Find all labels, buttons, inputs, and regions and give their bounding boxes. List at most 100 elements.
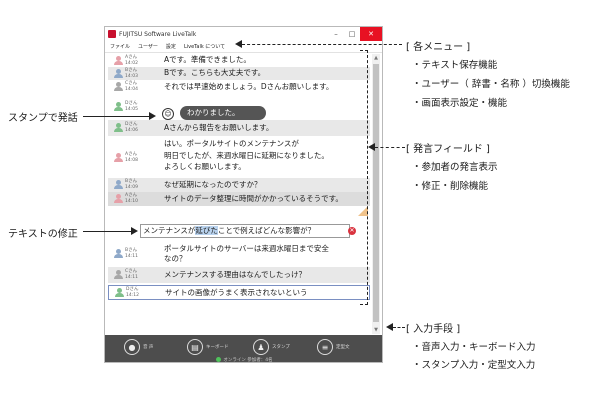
user-avatar-icon xyxy=(114,180,123,189)
message-text: サイトの画像がうまく表示されないという xyxy=(165,288,308,297)
smiley-stamp-icon: ☺ xyxy=(162,108,174,120)
stamp-callout-label: スタンプで発話 xyxy=(8,113,78,124)
message-time: 14:02 xyxy=(125,61,138,66)
message-time: 14:12 xyxy=(126,293,139,298)
input-callout-item: ・音声入力・キーボード入力 xyxy=(412,342,536,353)
person-icon: ♟ xyxy=(253,339,269,355)
message-row[interactable]: Aさん 14:02 Aです。準備できました。 xyxy=(108,54,370,67)
edit-text-after: ことで例えばどんな影響が？ xyxy=(217,226,316,235)
scroll-down-icon[interactable]: ▼ xyxy=(372,326,380,334)
maximize-icon[interactable]: □ xyxy=(344,27,360,41)
document-icon: ≡ xyxy=(317,339,333,355)
microphone-icon: ● xyxy=(124,339,140,355)
speaker-name: Cさん xyxy=(125,81,138,86)
stamp-bubble: わかりました。 xyxy=(180,106,266,120)
title-bar: FUJITSU Software LiveTalk – □ ✕ xyxy=(105,27,382,41)
close-icon[interactable]: ✕ xyxy=(360,27,382,41)
phrase-input-button[interactable]: ≡ 定型文 xyxy=(317,338,350,356)
user-avatar-icon xyxy=(114,82,123,91)
edit-text-highlight: 延びた xyxy=(195,226,218,235)
menu-callout-heading: [ 各メニュー ] xyxy=(406,42,471,53)
message-text-line2: 明日でしたが、来週水曜日に延期になりました。 xyxy=(164,151,329,160)
speaker-name: Dさん xyxy=(125,122,138,127)
message-text: Aさんから報告をお願いします。 xyxy=(164,123,274,132)
field-callout-heading: [ 発言フィールド ] xyxy=(406,144,490,155)
edit-text-box[interactable]: メンテナンスが延びたことで例えばどんな影響が？ xyxy=(140,224,350,238)
menu-about[interactable]: LiveTalk について xyxy=(184,43,225,50)
menu-callout-item: ・テキスト保存機能 xyxy=(412,60,498,71)
delete-icon[interactable]: ✕ xyxy=(348,227,356,235)
menu-user[interactable]: ユーザー xyxy=(138,43,158,50)
menu-settings[interactable]: 設定 xyxy=(166,43,176,50)
menu-callout-item: ・ユーザー（ 辞書・名称 ）切換機能 xyxy=(412,79,570,90)
message-row[interactable]: Cさん 14:04 それでは早速始めましょう。Dさんお願いします。 xyxy=(108,80,370,94)
message-input-row[interactable]: Dさん 14:12 サイトの画像がうまく表示されないという xyxy=(108,285,370,300)
app-logo-icon xyxy=(108,30,116,38)
edit-callout-arrow xyxy=(131,227,138,235)
menu-callout-item: ・画面表示設定・機能 xyxy=(412,98,508,109)
message-row[interactable]: Aさん 14:08 はい。ポータルサイトのメンテナンスが 明日でしたが、来週水曜… xyxy=(108,136,370,178)
message-text: なぜ延期になったのですか？ xyxy=(164,180,262,189)
stamp-input-button[interactable]: ♟ スタンプ xyxy=(253,338,290,356)
menu-callout-line xyxy=(242,44,402,45)
message-text: サイトのデータ整理に時間がかかっているそうです。 xyxy=(164,194,343,203)
input-callout-arrow xyxy=(386,323,393,331)
message-time: 14:11 xyxy=(125,254,138,259)
message-row[interactable]: Cさん 14:11 メンテナンスする理由はなんでしたっけ？ xyxy=(108,267,370,283)
phrase-input-label: 定型文 xyxy=(336,345,350,350)
scroll-up-icon[interactable]: ▲ xyxy=(372,54,380,62)
stamp-input-label: スタンプ xyxy=(272,345,290,350)
message-time: 14:08 xyxy=(125,158,138,163)
message-row[interactable]: Bさん 14:03 Bです。こちらも大丈夫です。 xyxy=(108,67,370,80)
edit-callout-label: テキストの修正 xyxy=(8,229,78,240)
speaker-name: Bさん xyxy=(125,179,138,184)
scrollbar[interactable]: ▲ ▼ xyxy=(372,54,380,334)
message-row[interactable]: Dさん 14:06 Aさんから報告をお願いします。 xyxy=(108,120,370,136)
speaker-name: Dさん xyxy=(126,287,139,292)
input-method-bar: ● 音 声 ▤ キーボード ♟ スタンプ ≡ 定型文 オンライン 参加者：4名 xyxy=(105,335,382,363)
app-window: FUJITSU Software LiveTalk – □ ✕ ファイル ユーザ… xyxy=(104,26,383,363)
message-text: ポータルサイトのサーバーは来週水曜日まで安全 xyxy=(164,244,329,253)
online-status-icon xyxy=(216,357,222,362)
field-callout-line xyxy=(375,147,405,148)
message-text: それでは早速始めましょう。Dさんお願いします。 xyxy=(164,82,334,91)
field-callout-item: ・修正・削除機能 xyxy=(412,181,489,192)
message-time: 14:06 xyxy=(125,128,138,133)
input-callout-heading: [ 入力手段 ] xyxy=(406,324,461,335)
speaker-name: Dさん xyxy=(125,101,138,106)
menu-file[interactable]: ファイル xyxy=(110,43,130,50)
speaker-name: Bさん xyxy=(125,68,138,73)
voice-input-button[interactable]: ● 音 声 xyxy=(124,338,153,356)
menu-callout-arrow xyxy=(235,40,242,48)
voice-input-label: 音 声 xyxy=(143,345,154,350)
message-field[interactable]: Aさん 14:02 Aです。準備できました。 Bさん 14:03 Bです。こちら… xyxy=(108,54,370,334)
speaker-name: Bさん xyxy=(125,248,138,253)
user-avatar-icon xyxy=(114,123,123,132)
keyboard-icon: ▤ xyxy=(187,339,203,355)
edit-text-before: メンテナンスが xyxy=(143,226,196,235)
stamp-callout-line xyxy=(83,116,149,117)
status-text: オンライン 参加者：4名 xyxy=(223,358,273,363)
user-avatar-icon xyxy=(115,288,124,297)
message-time: 14:11 xyxy=(125,275,138,280)
message-row[interactable]: Bさん 14:11 ポータルサイトのサーバーは来週水曜日まで安全 なの？ xyxy=(108,242,370,266)
field-callout-item: ・参加者の発言表示 xyxy=(412,162,498,173)
field-callout-arrow xyxy=(368,143,375,151)
scroll-thumb[interactable] xyxy=(373,64,379,322)
user-avatar-icon xyxy=(114,194,123,203)
message-row[interactable]: Bさん 14:09 なぜ延期になったのですか？ xyxy=(108,178,370,192)
field-bracket xyxy=(360,50,368,305)
minimize-icon[interactable]: – xyxy=(328,27,344,41)
stamp-callout-arrow xyxy=(149,112,156,120)
keyboard-input-button[interactable]: ▤ キーボード xyxy=(187,338,229,356)
status-bar: オンライン 参加者：4名 xyxy=(105,357,382,363)
menu-bar: ファイル ユーザー 設定 LiveTalk について xyxy=(105,41,382,53)
message-time: 14:05 xyxy=(125,107,138,112)
speaker-name: Aさん xyxy=(125,193,138,198)
speaker-name: Aさん xyxy=(125,152,138,157)
message-time: 14:03 xyxy=(125,74,138,79)
message-row[interactable]: Aさん 14:10 サイトのデータ整理に時間がかかっているそうです。 xyxy=(108,192,370,206)
input-callout-item: ・スタンプ入力・定型文入力 xyxy=(412,360,536,371)
user-avatar-icon xyxy=(114,249,123,258)
message-time: 14:04 xyxy=(125,87,138,92)
